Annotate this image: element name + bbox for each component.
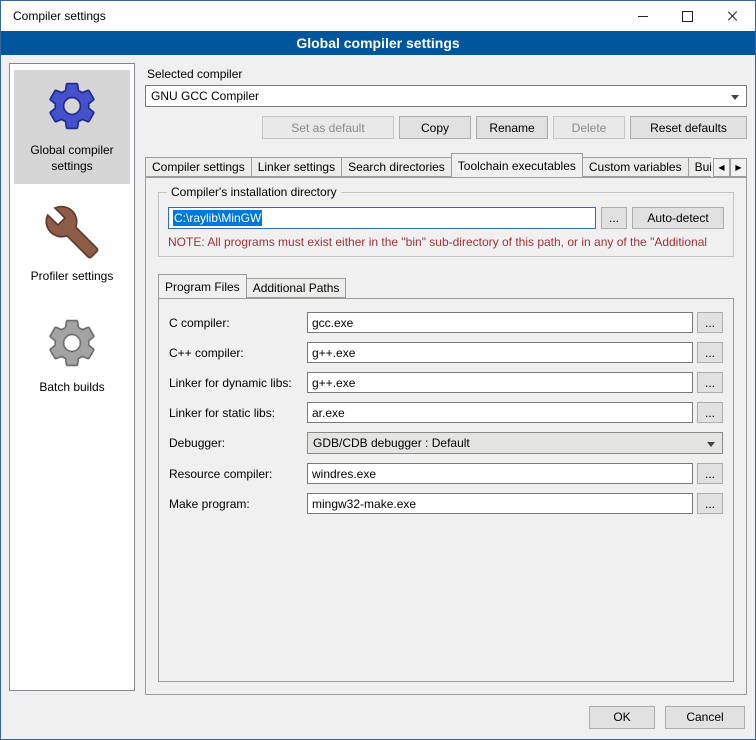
tab-scroll-left-button[interactable]: ◀ (713, 158, 730, 177)
field-value: ar.exe (312, 406, 345, 420)
installation-path-selected-text: C:\raylib\MinGW (173, 210, 262, 226)
compiler-actions: Set as default Copy Rename Delete Reset … (145, 116, 747, 139)
installation-path-browse-button[interactable]: ... (601, 207, 627, 229)
debugger-value: GDB/CDB debugger : Default (313, 436, 470, 450)
toolchain-executables-panel: Compiler's installation directory C:\ray… (145, 177, 747, 695)
selected-compiler-value: GNU GCC Compiler (151, 89, 259, 103)
field-label: Linker for dynamic libs: (169, 376, 307, 390)
installation-directory-groupbox: Compiler's installation directory C:\ray… (158, 192, 734, 257)
sidebar-item-batch-builds[interactable]: Batch builds (14, 307, 130, 406)
installation-note-text: NOTE: All programs must exist either in … (168, 235, 724, 249)
resource-compiler-row: Resource compiler: windres.exe ... (169, 463, 723, 484)
static-linker-browse-button[interactable]: ... (697, 402, 723, 423)
tab-additional-paths[interactable]: Additional Paths (246, 278, 347, 298)
c-compiler-row: C compiler: gcc.exe ... (169, 312, 723, 333)
cpp-compiler-browse-button[interactable]: ... (697, 342, 723, 363)
selected-compiler-dropdown[interactable]: GNU GCC Compiler (145, 85, 747, 107)
tab-compiler-settings[interactable]: Compiler settings (145, 157, 252, 177)
cancel-button[interactable]: Cancel (665, 706, 745, 729)
make-program-input[interactable]: mingw32-make.exe (307, 493, 693, 514)
program-files-tabstrip: Program Files Additional Paths (158, 273, 734, 298)
field-label: Make program: (169, 497, 307, 511)
dynamic-linker-browse-button[interactable]: ... (697, 372, 723, 393)
field-label: C compiler: (169, 316, 307, 330)
main-panel: Selected compiler GNU GCC Compiler Set a… (145, 63, 747, 695)
installation-path-row: C:\raylib\MinGW ... Auto-detect (168, 207, 724, 229)
sidebar-item-label: Batch builds (39, 380, 104, 396)
content-area: Global compiler settings Profiler settin… (1, 55, 755, 695)
selected-compiler-label: Selected compiler (147, 67, 747, 81)
resource-compiler-input[interactable]: windres.exe (307, 463, 693, 484)
tab-scroll-right-button[interactable]: ▶ (730, 158, 747, 177)
maximize-icon (682, 11, 693, 22)
sidebar-item-label: Profiler settings (31, 269, 114, 285)
compiler-tabstrip: Compiler settings Linker settings Search… (145, 152, 747, 177)
dialog-footer: OK Cancel (1, 695, 755, 739)
tab-custom-variables[interactable]: Custom variables (582, 157, 689, 177)
cpp-compiler-input[interactable]: g++.exe (307, 342, 693, 363)
gray-gear-icon (44, 315, 100, 371)
tab-program-files[interactable]: Program Files (158, 274, 247, 298)
program-files-panel: C compiler: gcc.exe ... C++ compiler: g+… (158, 298, 734, 682)
field-label: C++ compiler: (169, 346, 307, 360)
close-button[interactable] (710, 1, 755, 31)
triangle-left-icon: ◀ (718, 163, 724, 172)
tab-toolchain-executables[interactable]: Toolchain executables (451, 153, 583, 177)
field-value: g++.exe (312, 346, 355, 360)
resource-compiler-browse-button[interactable]: ... (697, 463, 723, 484)
chevron-down-icon (707, 442, 715, 447)
dynamic-linker-row: Linker for dynamic libs: g++.exe ... (169, 372, 723, 393)
tab-list: Compiler settings Linker settings Search… (145, 153, 711, 177)
dynamic-linker-input[interactable]: g++.exe (307, 372, 693, 393)
field-value: windres.exe (312, 467, 376, 481)
tab-build-options[interactable]: Buil (688, 157, 711, 177)
field-value: mingw32-make.exe (312, 497, 416, 511)
minimize-button[interactable] (620, 1, 665, 31)
close-icon (727, 10, 739, 22)
make-program-row: Make program: mingw32-make.exe ... (169, 493, 723, 514)
c-compiler-browse-button[interactable]: ... (697, 312, 723, 333)
tab-search-directories[interactable]: Search directories (341, 157, 452, 177)
title-bar: Compiler settings (1, 1, 755, 31)
rename-button[interactable]: Rename (476, 116, 548, 139)
sidebar-item-profiler-settings[interactable]: Profiler settings (14, 196, 130, 295)
field-label: Resource compiler: (169, 467, 307, 481)
subtab-list: Program Files Additional Paths (158, 274, 734, 298)
settings-category-list: Global compiler settings Profiler settin… (9, 63, 135, 691)
field-value: g++.exe (312, 376, 355, 390)
cpp-compiler-row: C++ compiler: g++.exe ... (169, 342, 723, 363)
field-value: gcc.exe (312, 316, 353, 330)
chevron-down-icon (731, 95, 739, 100)
sidebar-item-global-compiler-settings[interactable]: Global compiler settings (14, 70, 130, 184)
copy-button[interactable]: Copy (399, 116, 471, 139)
blue-gear-icon (44, 78, 100, 134)
reset-defaults-button[interactable]: Reset defaults (630, 116, 747, 139)
page-title: Global compiler settings (1, 31, 755, 55)
delete-button: Delete (553, 116, 625, 139)
debugger-dropdown[interactable]: GDB/CDB debugger : Default (307, 432, 723, 454)
field-label: Debugger: (169, 436, 307, 450)
auto-detect-button[interactable]: Auto-detect (632, 207, 724, 229)
installation-path-input[interactable]: C:\raylib\MinGW (168, 207, 596, 229)
static-linker-input[interactable]: ar.exe (307, 402, 693, 423)
set-as-default-button: Set as default (262, 116, 394, 139)
installation-directory-label: Compiler's installation directory (167, 185, 341, 199)
static-linker-row: Linker for static libs: ar.exe ... (169, 402, 723, 423)
minimize-icon (638, 16, 648, 17)
make-program-browse-button[interactable]: ... (697, 493, 723, 514)
triangle-right-icon: ▶ (735, 163, 741, 172)
field-label: Linker for static libs: (169, 406, 307, 420)
ok-button[interactable]: OK (589, 706, 655, 729)
c-compiler-input[interactable]: gcc.exe (307, 312, 693, 333)
window-title: Compiler settings (1, 9, 620, 23)
tab-linker-settings[interactable]: Linker settings (251, 157, 342, 177)
tab-scroll-buttons: ◀ ▶ (713, 158, 747, 177)
sidebar-item-label: Global compiler settings (16, 143, 128, 174)
maximize-button[interactable] (665, 1, 710, 31)
profiler-tool-icon (44, 204, 100, 260)
debugger-row: Debugger: GDB/CDB debugger : Default (169, 432, 723, 454)
compiler-settings-window: Compiler settings Global compiler settin… (0, 0, 756, 740)
